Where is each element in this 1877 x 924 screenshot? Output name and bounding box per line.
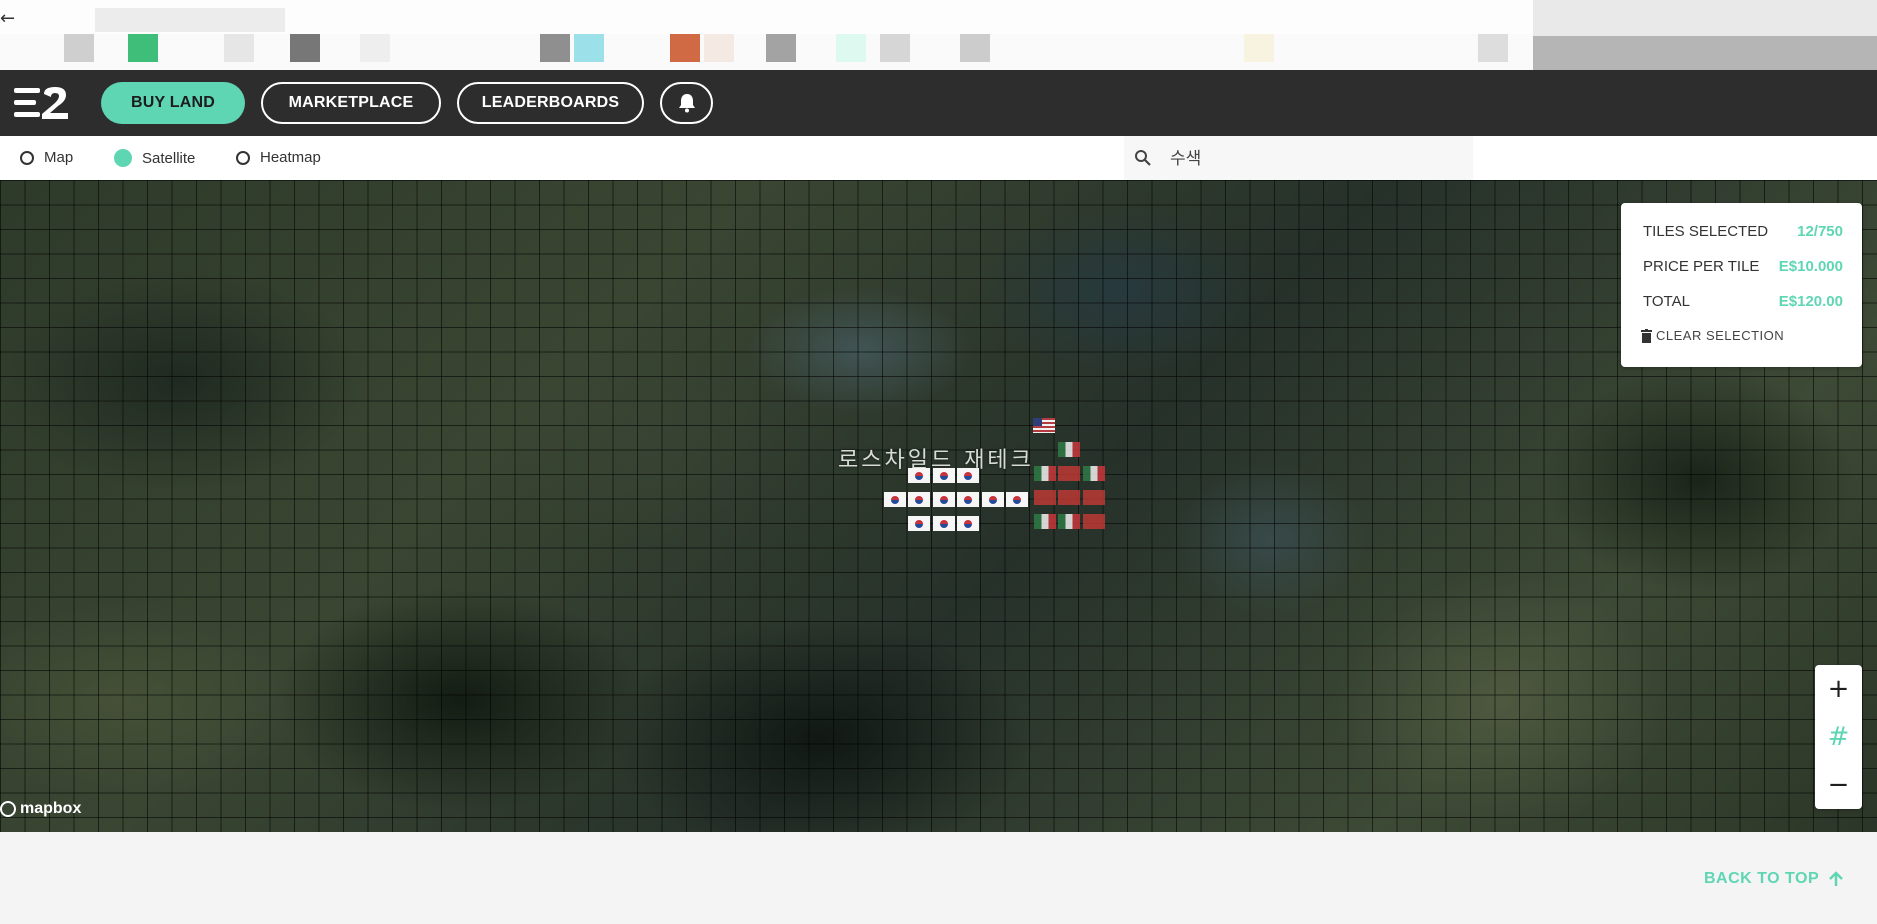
arrow-up-icon [1829, 871, 1844, 886]
radio-off-icon [236, 150, 250, 165]
back-arrow-icon[interactable]: ← [0, 8, 15, 29]
tiles-selected-label: TILES SELECTED [1643, 223, 1769, 240]
notifications-button[interactable] [660, 82, 713, 124]
flag-tile-red[interactable] [1058, 490, 1080, 505]
mode-heatmap-label: Heatmap [260, 149, 321, 166]
mode-satellite-label: Satellite [142, 149, 196, 167]
flag-tile-kr[interactable] [933, 468, 955, 483]
flag-tile-kr[interactable] [957, 492, 979, 507]
search-box [1124, 136, 1473, 180]
buy-land-button[interactable]: BUY LAND [101, 82, 245, 124]
search-icon [1135, 150, 1151, 166]
mapbox-logo-icon [0, 801, 16, 817]
app-navbar: BUY LAND MARKETPLACE LEADERBOARDS [0, 70, 1877, 136]
bookmark-blur-block[interactable] [360, 34, 390, 62]
leaderboards-button[interactable]: LEADERBOARDS [457, 82, 644, 124]
mode-map-radio[interactable]: Map [20, 149, 73, 166]
trash-icon [1641, 328, 1652, 343]
flag-tile-mx[interactable] [1058, 514, 1080, 529]
bookmark-blur-block[interactable] [836, 34, 866, 62]
price-per-tile-label: PRICE PER TILE [1643, 258, 1760, 275]
e2-logo[interactable] [14, 86, 70, 120]
flag-tile-red[interactable] [1083, 514, 1105, 529]
total-row: TOTAL E$120.00 [1643, 293, 1843, 310]
price-per-tile-row: PRICE PER TILE E$10.000 [1643, 258, 1843, 275]
zoom-controls: + # − [1815, 665, 1862, 809]
map-mode-bar: Map Satellite Heatmap [0, 136, 1877, 180]
bookmark-blur-block[interactable] [128, 34, 158, 62]
flag-tile-mx[interactable] [1083, 466, 1105, 481]
bookmark-blur-block[interactable] [574, 34, 604, 62]
bookmark-blur-block[interactable] [766, 34, 796, 62]
flag-tile-mx[interactable] [1034, 466, 1056, 481]
mode-satellite-radio[interactable]: Satellite [114, 149, 195, 167]
mode-heatmap-radio[interactable]: Heatmap [236, 149, 321, 166]
marketplace-button[interactable]: MARKETPLACE [261, 82, 441, 124]
mapbox-attribution[interactable]: mapbox [0, 800, 81, 818]
clear-selection-button[interactable]: CLEAR SELECTION [1641, 328, 1784, 343]
flag-tile-mx[interactable] [1058, 442, 1080, 457]
tiles-selected-row: TILES SELECTED 12/750 [1643, 223, 1843, 240]
bookmark-blur-block[interactable] [64, 34, 94, 62]
flag-tile-us[interactable] [1033, 418, 1055, 433]
flag-tile-kr[interactable] [933, 516, 955, 531]
bookmark-blur-block[interactable] [540, 34, 570, 62]
flag-tile-kr[interactable] [957, 516, 979, 531]
zoom-out-button[interactable]: − [1815, 761, 1862, 809]
bookmark-blur-block[interactable] [224, 34, 254, 62]
bookmark-blur-block[interactable] [880, 34, 910, 62]
satellite-map[interactable]: 로스차일드 재테크 mapbox [0, 180, 1877, 832]
flag-tile-red[interactable] [1034, 490, 1056, 505]
clear-selection-label: CLEAR SELECTION [1656, 328, 1785, 343]
bookmark-blur-block[interactable] [1244, 34, 1274, 62]
selection-panel: TILES SELECTED 12/750 PRICE PER TILE E$1… [1621, 203, 1862, 367]
price-per-tile-value: E$10.000 [1778, 258, 1843, 275]
flag-tile-red[interactable] [1083, 490, 1105, 505]
total-label: TOTAL [1643, 293, 1690, 310]
flag-tile-red[interactable] [1058, 466, 1080, 481]
flag-tile-kr[interactable] [908, 468, 930, 483]
bell-icon [678, 94, 695, 113]
flag-tile-kr[interactable] [908, 516, 930, 531]
flag-tile-kr[interactable] [957, 468, 979, 483]
flag-tile-kr[interactable] [1006, 492, 1028, 507]
bookmark-blur-block[interactable] [960, 34, 990, 62]
back-to-top-label: BACK TO TOP [1704, 870, 1820, 887]
bookmark-blur-block[interactable] [670, 34, 700, 62]
bookmark-blur-block[interactable] [704, 34, 734, 62]
tiles-selected-value: 12/750 [1797, 223, 1843, 240]
flag-tile-kr[interactable] [884, 492, 906, 507]
bookmark-blur-block[interactable] [290, 34, 320, 62]
zoom-in-button[interactable]: + [1815, 665, 1862, 713]
search-input[interactable] [1168, 144, 1462, 174]
mapbox-label: mapbox [20, 800, 82, 817]
grid-toggle-button[interactable]: # [1815, 713, 1862, 761]
flag-tile-kr[interactable] [908, 492, 930, 507]
back-to-top-link[interactable]: BACK TO TOP [1704, 870, 1844, 888]
mode-map-label: Map [44, 149, 74, 166]
radio-on-icon [114, 149, 132, 167]
total-value: E$120.00 [1778, 293, 1843, 310]
flag-tile-kr[interactable] [933, 492, 955, 507]
tab-blur [95, 8, 285, 32]
flag-tile-kr[interactable] [982, 492, 1004, 507]
flag-tile-mx[interactable] [1034, 514, 1056, 529]
radio-off-icon [20, 150, 34, 165]
